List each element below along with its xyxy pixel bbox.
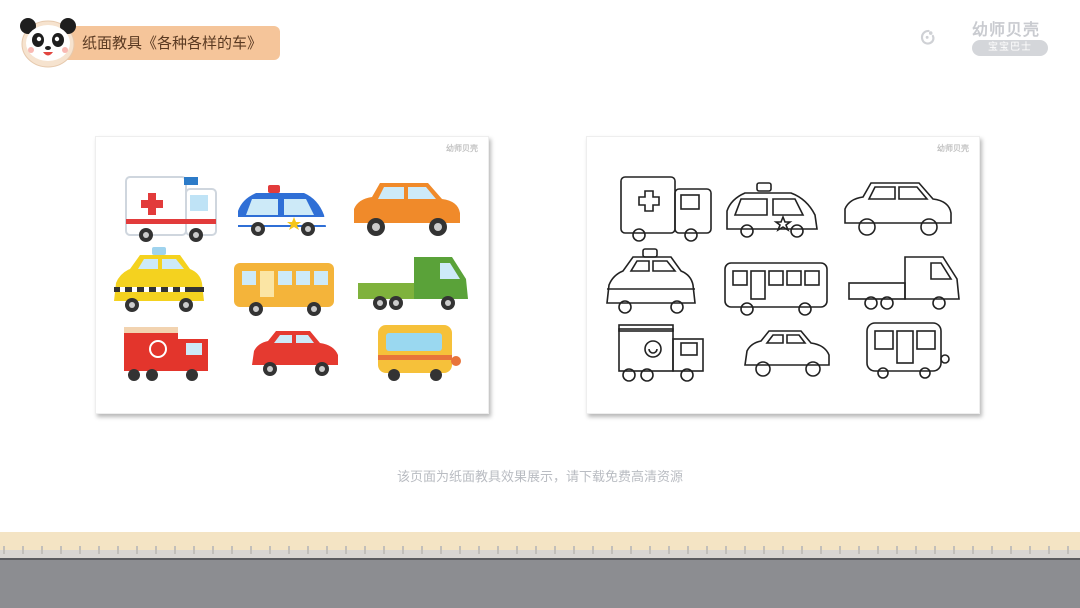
small-car-outline-icon	[744, 330, 830, 377]
school-bus-outline-icon	[866, 322, 950, 379]
orange-car-icon	[354, 183, 460, 236]
road	[0, 560, 1080, 608]
fire-truck-outline-icon	[618, 324, 704, 382]
police-car-outline-icon	[726, 182, 818, 238]
caption-text: 该页面为纸面教具效果展示，请下载免费高清资源	[396, 470, 683, 485]
brand-logo-icon	[920, 29, 935, 45]
taxi-outline-icon	[606, 248, 696, 314]
ambulance-outline-icon	[620, 176, 712, 242]
truck-icon	[358, 257, 468, 310]
brand-name: 幼师贝壳	[972, 20, 1041, 39]
school-bus-icon	[378, 325, 461, 381]
panda-mascot-icon	[20, 18, 76, 68]
outline-vehicles-sheet: 幼师贝壳	[586, 136, 980, 414]
ambulance-icon	[125, 176, 217, 242]
page-title: 纸面教具《各种各样的车》	[82, 34, 263, 52]
color-vehicles-sheet: 幼师贝壳	[95, 136, 489, 414]
truck-outline-icon	[848, 256, 960, 310]
car-outline-icon	[844, 182, 952, 236]
taxi-icon	[114, 247, 204, 312]
bus-outline-icon	[724, 262, 828, 316]
red-car-icon	[252, 331, 338, 376]
brand-subtitle: 宝宝巴士	[972, 40, 1048, 56]
fire-truck-icon	[124, 327, 208, 381]
curb-ticks	[3, 546, 1069, 554]
bus-icon	[234, 263, 334, 316]
police-car-icon	[238, 185, 326, 236]
